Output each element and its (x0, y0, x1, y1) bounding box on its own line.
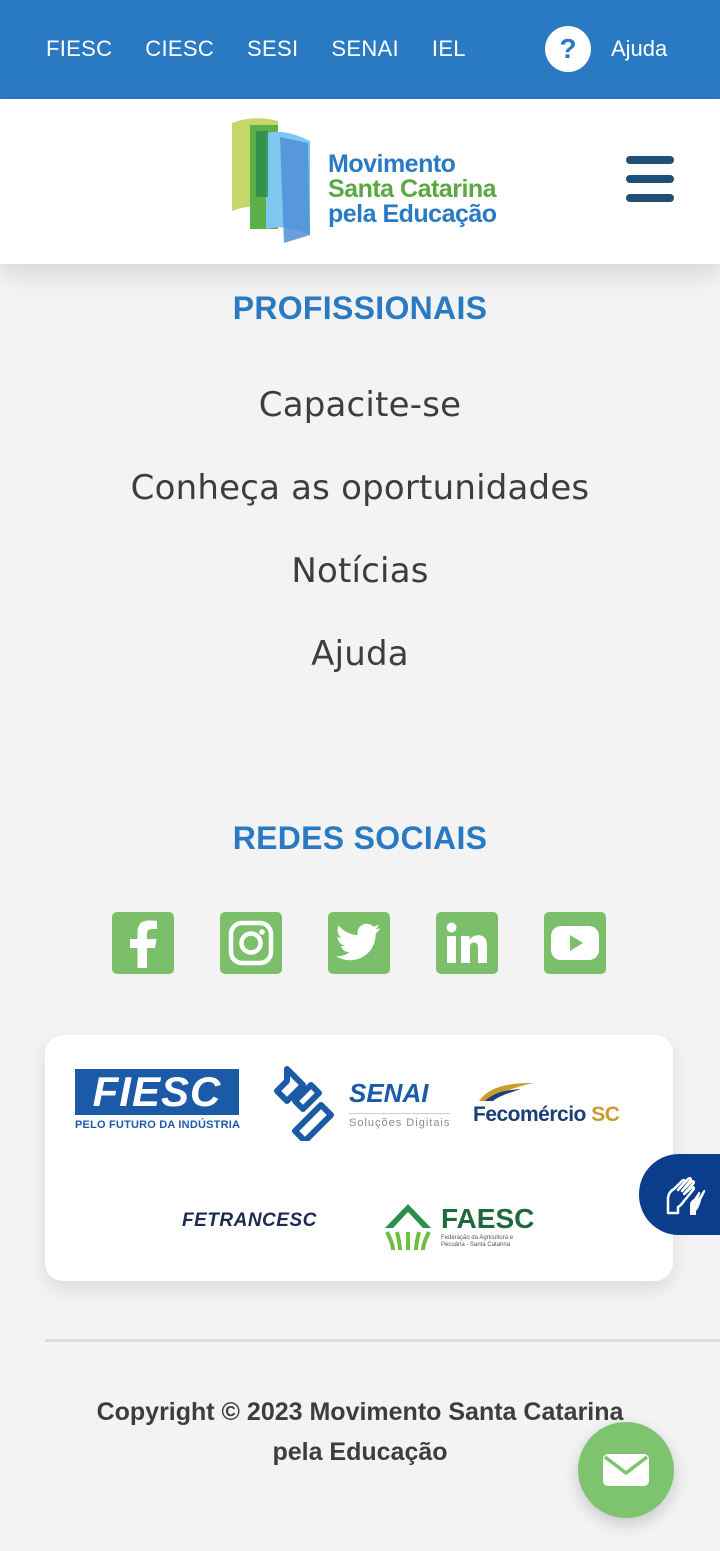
menu-item: Notícias (0, 551, 720, 634)
faesc-text: FAESC Federação da Agricultura e Pecuári… (441, 1203, 534, 1249)
fecomercio-logo[interactable]: Fecomércio SC (473, 1081, 620, 1127)
nav-link-senai[interactable]: SENAI (331, 36, 399, 62)
faesc-wordmark: FAESC (441, 1203, 535, 1234)
fiesc-tagline: PELO FUTURO DA INDÚSTRIA (75, 1119, 241, 1131)
footer-divider (45, 1339, 720, 1342)
fecomercio-swoosh-icon (479, 1083, 533, 1101)
redes-sociais-title: REDES SOCIAIS (232, 820, 488, 856)
facebook-icon[interactable] (112, 912, 174, 974)
nav-link-ciesc[interactable]: CIESC (145, 36, 214, 62)
twitter-icon[interactable] (328, 912, 390, 974)
fecomercio-suffix: SC (591, 1103, 620, 1126)
senai-tagline: Soluções Digitais (349, 1112, 451, 1129)
menu-link-oportunidades[interactable]: Conheça as oportunidades (131, 468, 590, 508)
menu-link-noticias[interactable]: Notícias (291, 551, 428, 591)
senai-text: SENAI Soluções Digitais (349, 1077, 451, 1129)
logo-line-2: Santa Catarina (328, 175, 497, 203)
nav-link-fiesc[interactable]: FIESC (46, 36, 112, 62)
logo-line-3: pela Educação (328, 200, 497, 228)
help-question-icon: ? (545, 26, 591, 72)
social-links (112, 912, 652, 974)
partners-card: FIESC PELO FUTURO DA INDÚSTRIA SENAI Sol… (45, 1035, 673, 1281)
senai-wordmark: SENAI (349, 1077, 429, 1108)
fetrancesc-logo[interactable]: FETRANCESC (182, 1210, 317, 1232)
faesc-logo[interactable]: FAESC Federação da Agricultura e Pecuári… (381, 1200, 534, 1252)
movimento-sc-logo[interactable]: Movimento Santa Catarina pela Educação (230, 117, 500, 247)
fecomercio-name: Fecomércio (473, 1103, 586, 1126)
logo-wordmark: Movimento Santa Catarina pela Educação (328, 152, 497, 227)
menu-item: Conheça as oportunidades (0, 468, 720, 551)
help-link[interactable]: ? Ajuda (545, 26, 667, 72)
top-bar: FIESC CIESC SESI SENAI IEL ? Ajuda (0, 0, 720, 99)
hamburger-menu-icon[interactable] (626, 156, 674, 206)
fiesc-logo[interactable]: FIESC PELO FUTURO DA INDÚSTRIA (75, 1069, 240, 1131)
fetrancesc-wordmark: FETRANCESC (182, 1210, 317, 1231)
site-header: Movimento Santa Catarina pela Educação (0, 99, 720, 264)
menu-link-ajuda[interactable]: Ajuda (311, 634, 409, 674)
faesc-tagline: Federação da Agricultura e Pecuária - Sa… (441, 1235, 514, 1248)
nav-link-iel[interactable]: IEL (432, 36, 466, 62)
senai-logo[interactable]: SENAI Soluções Digitais (273, 1065, 451, 1141)
menu-link-capacite-se[interactable]: Capacite-se (259, 385, 461, 425)
menu-item: Ajuda (0, 634, 720, 717)
linkedin-icon[interactable] (436, 912, 498, 974)
envelope-icon[interactable] (578, 1422, 674, 1518)
help-label: Ajuda (611, 36, 668, 61)
faesc-leaf-icon (385, 1204, 431, 1251)
senai-mark-icon (274, 1066, 334, 1141)
institution-nav: FIESC CIESC SESI SENAI IEL (46, 36, 499, 62)
fecomercio-wordmark: Fecomércio SC (473, 1103, 620, 1127)
youtube-icon[interactable] (544, 912, 606, 974)
profissionais-title: PROFISSIONAIS (232, 290, 488, 326)
menu-item: Capacite-se (0, 385, 720, 468)
fiesc-wordmark: FIESC (75, 1069, 239, 1115)
logo-mark-icon (232, 118, 310, 243)
profissionais-menu: Capacite-se Conheça as oportunidades Not… (0, 385, 720, 717)
logo-line-1: Movimento (328, 150, 456, 178)
sign-language-hands-icon[interactable] (639, 1154, 720, 1235)
nav-link-sesi[interactable]: SESI (247, 36, 298, 62)
instagram-icon[interactable] (220, 912, 282, 974)
